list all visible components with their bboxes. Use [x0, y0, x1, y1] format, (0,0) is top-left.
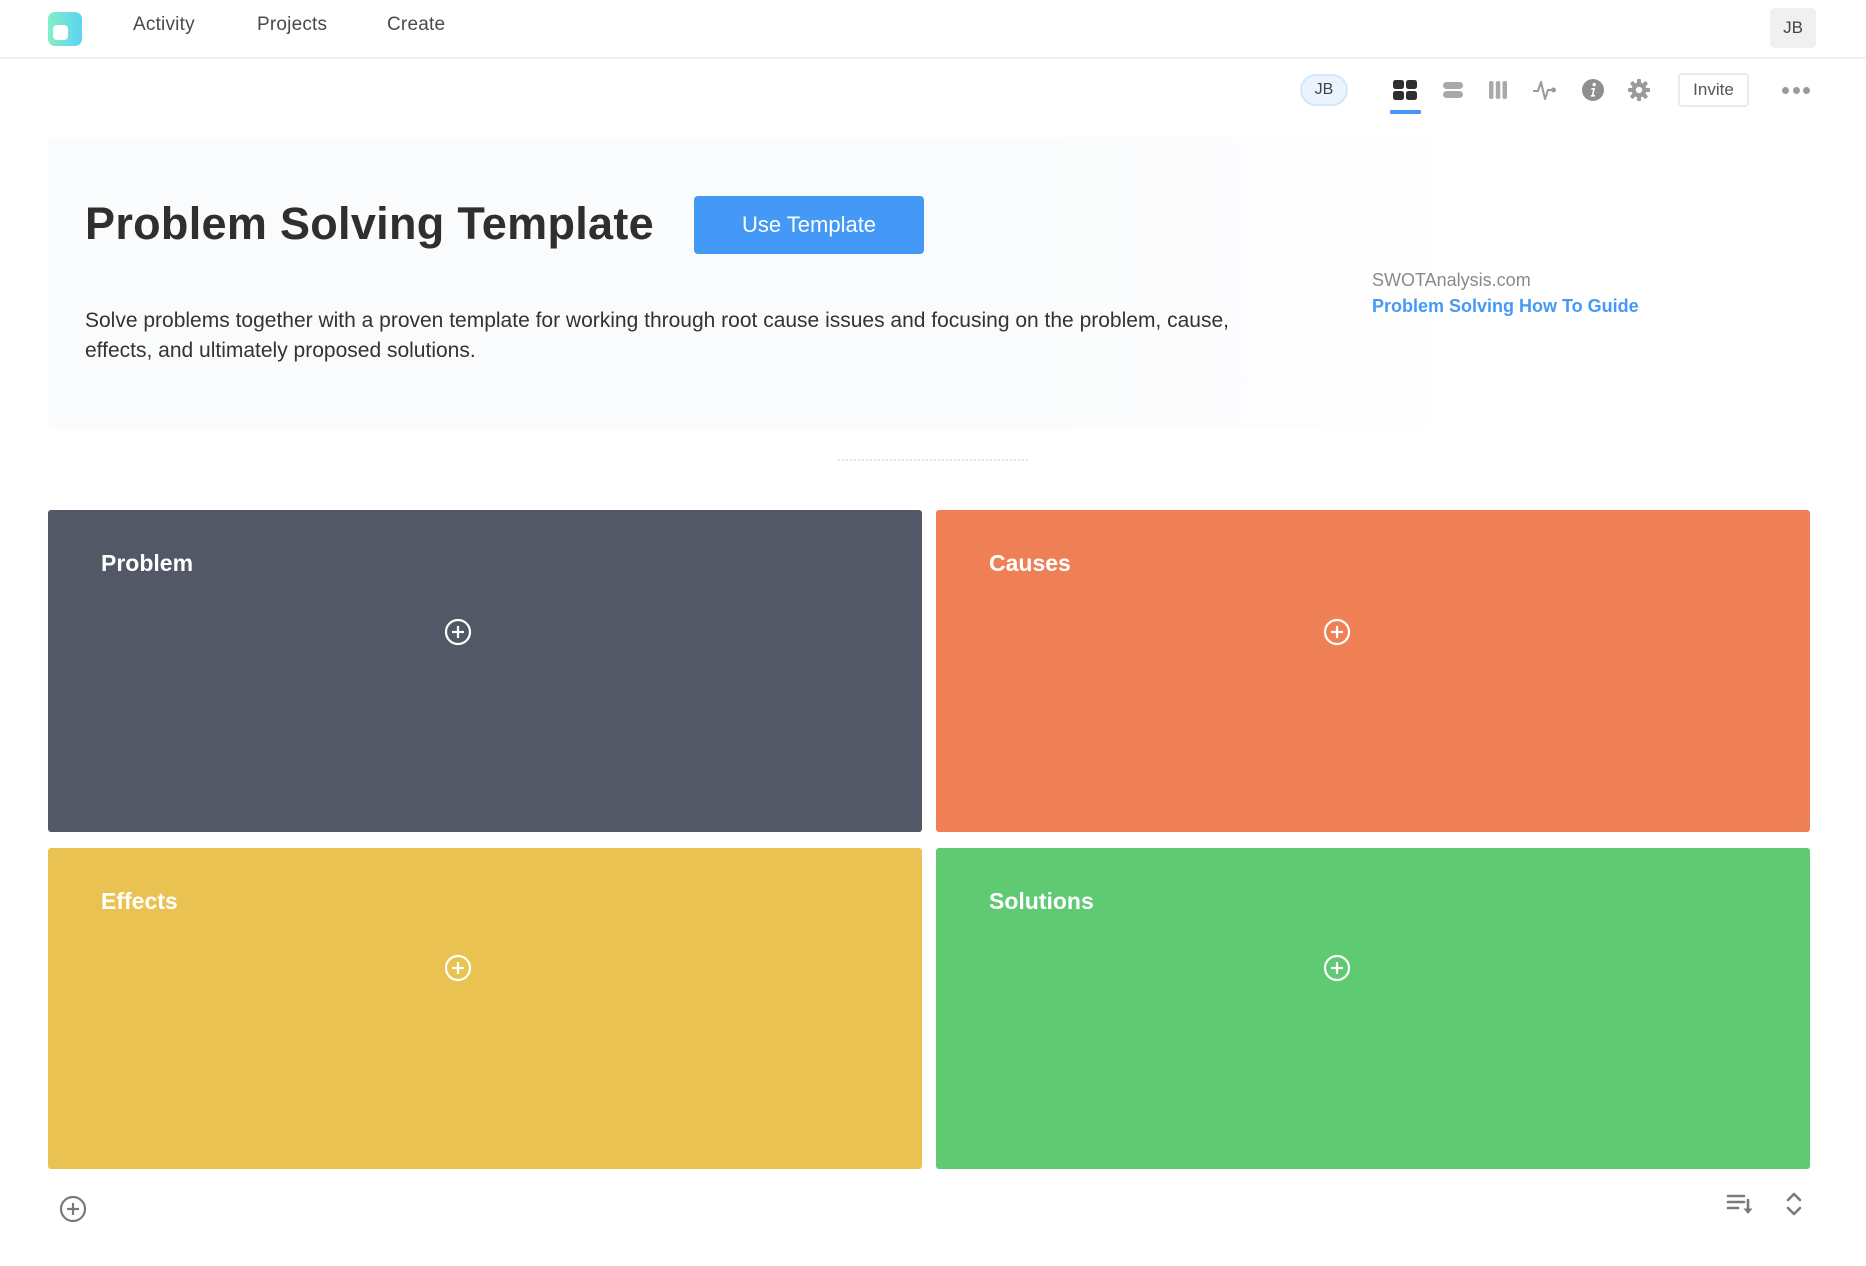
- rows-view-icon[interactable]: [1440, 78, 1466, 102]
- panel-title: Solutions: [989, 888, 1094, 914]
- member-avatar[interactable]: JB: [1300, 74, 1348, 106]
- columns-view-icon[interactable]: [1485, 78, 1511, 102]
- add-section-icon[interactable]: [59, 1195, 87, 1223]
- activity-icon[interactable]: [1532, 78, 1558, 102]
- panel-title: Problem: [101, 550, 194, 576]
- nav-activity[interactable]: Activity: [133, 14, 195, 36]
- add-card-icon[interactable]: [1323, 618, 1351, 646]
- invite-button[interactable]: Invite: [1678, 73, 1749, 107]
- page-title: Problem Solving Template: [85, 198, 654, 249]
- template-description: Solve problems together with a proven te…: [85, 309, 1229, 362]
- template-info-card: [48, 137, 1818, 429]
- section-divider: [838, 459, 1028, 461]
- app-logo-icon[interactable]: [48, 12, 82, 46]
- add-card-icon[interactable]: [444, 618, 472, 646]
- info-icon[interactable]: [1580, 78, 1606, 102]
- more-horizontal-icon[interactable]: [1780, 80, 1812, 100]
- top-navigation-bar: Activity Projects Create JB: [0, 0, 1866, 59]
- sort-icon[interactable]: [1726, 1192, 1754, 1216]
- expand-collapse-icon[interactable]: [1782, 1190, 1806, 1218]
- use-template-button[interactable]: Use Template: [694, 196, 924, 254]
- user-avatar[interactable]: JB: [1770, 8, 1816, 48]
- add-card-icon[interactable]: [444, 954, 472, 982]
- grid-view-icon[interactable]: [1392, 78, 1418, 102]
- panel-title: Causes: [989, 550, 1071, 576]
- gear-icon[interactable]: [1626, 78, 1652, 102]
- panel-causes[interactable]: Causes: [936, 510, 1810, 832]
- panel-problem[interactable]: Problem: [48, 510, 922, 832]
- active-view-indicator: [1390, 110, 1421, 114]
- add-card-icon[interactable]: [1323, 954, 1351, 982]
- how-to-guide-link[interactable]: Problem Solving How To Guide: [1372, 296, 1639, 317]
- nav-create[interactable]: Create: [387, 14, 445, 36]
- nav-projects[interactable]: Projects: [257, 14, 327, 36]
- panel-effects[interactable]: Effects: [48, 848, 922, 1169]
- panel-solutions[interactable]: Solutions: [936, 848, 1810, 1169]
- source-label: SWOTAnalysis.com: [1372, 270, 1531, 290]
- panel-title: Effects: [101, 888, 178, 914]
